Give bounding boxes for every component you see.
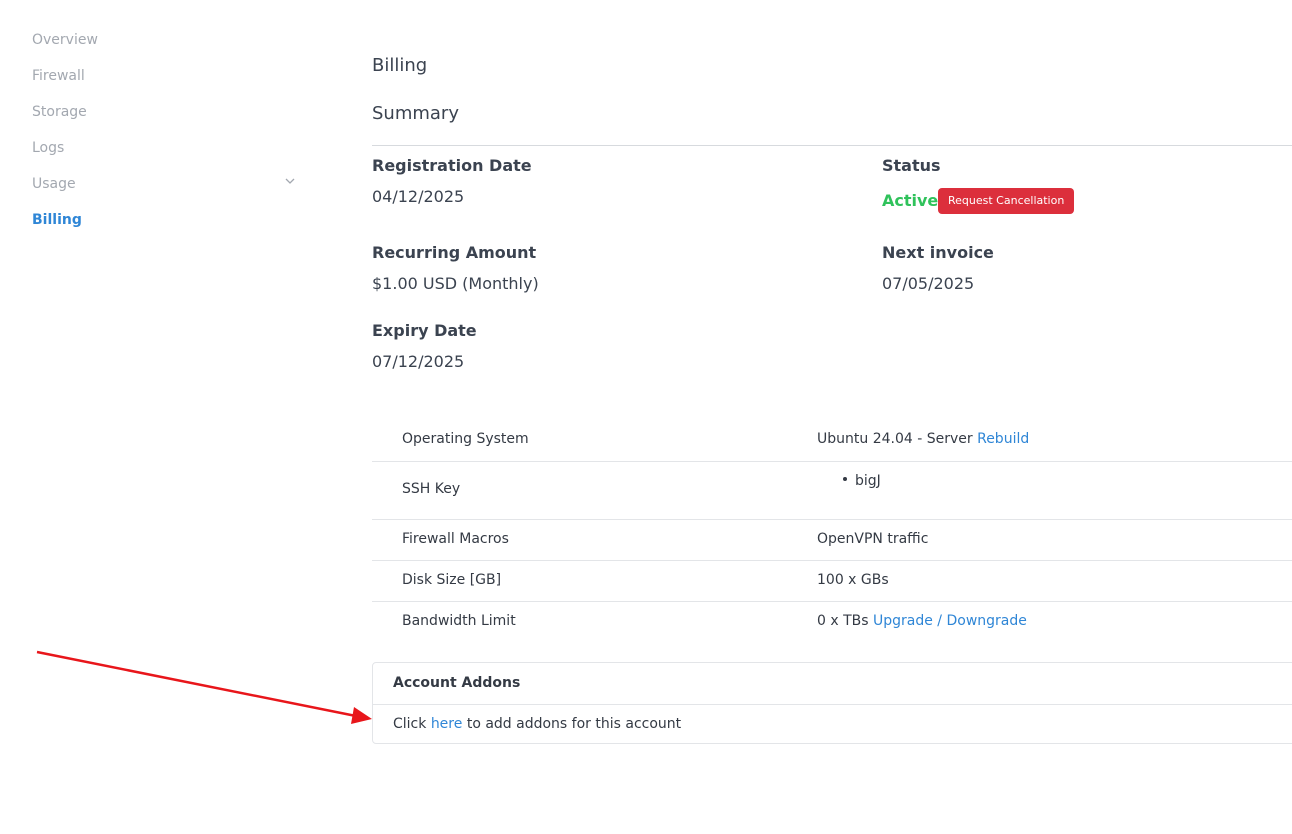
recurring-amount-value: $1.00 USD (Monthly) xyxy=(372,274,539,293)
list-item: bigJ xyxy=(855,473,881,489)
addons-text-before: Click xyxy=(393,716,427,732)
status-label: Status xyxy=(882,156,941,175)
bullet-icon xyxy=(843,477,847,481)
disk-size-value: 100 x GBs xyxy=(817,572,889,588)
ssh-key-list: bigJ xyxy=(843,473,881,489)
operating-system-text: Ubuntu 24.04 - Server xyxy=(817,431,973,447)
registration-date-value: 04/12/2025 xyxy=(372,187,465,206)
sidebar-item-billing[interactable]: Billing xyxy=(32,208,302,244)
bandwidth-limit-label: Bandwidth Limit xyxy=(402,613,516,629)
ssh-key-label: SSH Key xyxy=(402,481,461,497)
rebuild-link[interactable]: Rebuild xyxy=(977,431,1029,447)
sidebar-item-label: Usage xyxy=(32,176,76,192)
bandwidth-limit-text: 0 x TBs xyxy=(817,613,869,629)
add-addons-link[interactable]: here xyxy=(431,716,463,732)
account-addons-card: Account Addons Click here to add addons … xyxy=(372,662,1292,744)
sidebar-item-storage[interactable]: Storage xyxy=(32,100,302,136)
chevron-down-icon[interactable] xyxy=(283,174,297,188)
next-invoice-value: 07/05/2025 xyxy=(882,274,975,293)
bandwidth-limit-value: 0 x TBs Upgrade / Downgrade xyxy=(817,613,1027,629)
table-row: Bandwidth Limit 0 x TBs Upgrade / Downgr… xyxy=(372,602,1292,642)
next-invoice-label: Next invoice xyxy=(882,243,994,262)
disk-size-label: Disk Size [GB] xyxy=(402,572,502,588)
table-row: Disk Size [GB] 100 x GBs xyxy=(372,561,1292,602)
details-table: Operating System Ubuntu 24.04 - Server R… xyxy=(372,420,1292,642)
firewall-macros-label: Firewall Macros xyxy=(402,531,509,547)
account-addons-title: Account Addons xyxy=(373,663,1292,705)
operating-system-value: Ubuntu 24.04 - Server Rebuild xyxy=(817,431,1029,447)
table-row: SSH Key bigJ xyxy=(372,462,1292,520)
request-cancellation-button[interactable]: Request Cancellation xyxy=(938,188,1075,214)
upgrade-downgrade-link[interactable]: Upgrade / Downgrade xyxy=(873,613,1027,629)
account-addons-body: Click here to add addons for this accoun… xyxy=(373,705,1292,745)
divider xyxy=(372,145,1292,146)
sidebar-item-usage[interactable]: Usage xyxy=(32,172,302,208)
sidebar-item-firewall[interactable]: Firewall xyxy=(32,64,302,100)
table-row: Operating System Ubuntu 24.04 - Server R… xyxy=(372,420,1292,462)
firewall-macros-value: OpenVPN traffic xyxy=(817,531,929,547)
sidebar-item-overview[interactable]: Overview xyxy=(32,28,302,64)
status-badge: Active xyxy=(882,191,939,210)
addons-text-after: to add addons for this account xyxy=(466,716,682,732)
expiry-date-value: 07/12/2025 xyxy=(372,352,465,371)
expiry-date-label: Expiry Date xyxy=(372,321,477,340)
table-row: Firewall Macros OpenVPN traffic xyxy=(372,520,1292,561)
summary-heading: Summary xyxy=(372,103,459,124)
sidebar-nav: Overview Firewall Storage Logs Usage Bil… xyxy=(32,28,302,244)
sidebar-item-logs[interactable]: Logs xyxy=(32,136,302,172)
page-title: Billing xyxy=(372,55,428,76)
recurring-amount-label: Recurring Amount xyxy=(372,243,537,262)
operating-system-label: Operating System xyxy=(402,431,529,447)
registration-date-label: Registration Date xyxy=(372,156,532,175)
